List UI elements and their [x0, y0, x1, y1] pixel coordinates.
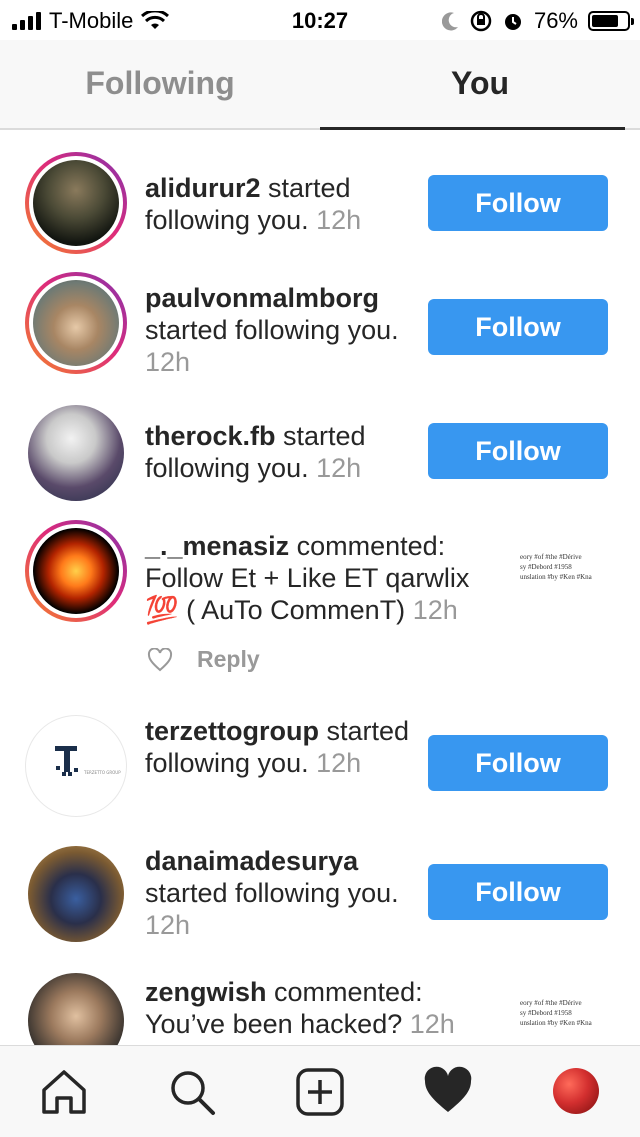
username-link[interactable]: danaimadesurya [145, 846, 358, 876]
thumbnail-line: sy #Debord #1958 [520, 1009, 572, 1017]
comment-actions: Reply [147, 646, 260, 673]
username-link[interactable]: terzettogroup [145, 716, 319, 746]
follow-button[interactable]: Follow [428, 423, 608, 479]
avatar[interactable] [25, 402, 127, 504]
svg-text:TERZETTO GROUP: TERZETTO GROUP [83, 770, 121, 775]
thumbnail-line: unslation #by #Ken #Kna [520, 573, 592, 581]
timestamp: 12h [405, 595, 458, 625]
username-link[interactable]: paulvonmalmborg [145, 283, 379, 313]
follow-button[interactable]: Follow [428, 299, 608, 355]
bottom-nav [0, 1045, 640, 1137]
avatar[interactable] [25, 520, 127, 622]
battery-icon [588, 11, 634, 31]
reply-button[interactable]: Reply [197, 646, 260, 673]
avatar[interactable]: TERZETTO GROUP [25, 715, 127, 817]
activity-text: terzettogroup started following you. 12h [145, 715, 415, 779]
timestamp: 12h [145, 910, 191, 940]
thumbnail-line: unslation #by #Ken #Kna [520, 1019, 592, 1027]
avatar[interactable] [25, 843, 127, 945]
username-link[interactable]: zengwish [145, 977, 267, 1007]
status-bar: T-Mobile 10:27 76% [0, 0, 640, 40]
rotation-lock-icon [470, 10, 492, 32]
timestamp: 12h [308, 205, 362, 235]
home-icon[interactable] [38, 1066, 90, 1118]
terzetto-logo: TERZETTO GROUP [55, 746, 121, 776]
activity-text: zengwish commented: You’ve been hacked? … [145, 976, 495, 1040]
follow-button[interactable]: Follow [428, 175, 608, 231]
tab-you[interactable]: You [320, 40, 640, 128]
timestamp: 12h [308, 748, 362, 778]
search-icon[interactable] [166, 1066, 218, 1118]
battery-percent: 76% [533, 8, 578, 33]
thumbnail-line: sy #Debord #1958 [520, 563, 572, 571]
avatar[interactable] [25, 272, 127, 374]
action-text: started following you. [145, 878, 399, 908]
avatar[interactable] [25, 152, 127, 254]
avatar[interactable] [25, 970, 127, 1045]
thumbnail-line: eory #of #the #Dérive [520, 553, 582, 561]
follow-button[interactable]: Follow [428, 735, 608, 791]
alarm-icon [504, 14, 521, 30]
tab-following[interactable]: Following [0, 40, 320, 128]
moon-icon [441, 12, 458, 31]
activity-text: paulvonmalmborg started following you. 1… [145, 282, 415, 378]
post-thumbnail[interactable]: eory #of #the #Dérive sy #Debord #1958 u… [520, 552, 612, 598]
activity-tabs: Following You [0, 40, 640, 130]
timestamp: 12h [308, 453, 362, 483]
thumbnail-line: eory #of #the #Dérive [520, 999, 582, 1007]
status-right: 76% [441, 8, 634, 34]
follow-button[interactable]: Follow [428, 864, 608, 920]
heart-icon[interactable] [422, 1066, 474, 1118]
activity-text: therock.fb started following you. 12h [145, 420, 415, 484]
username-link[interactable]: _._menasiz [145, 531, 289, 561]
profile-avatar[interactable] [553, 1068, 599, 1114]
activity-text: alidurur2 started following you. 12h [145, 172, 415, 236]
like-heart-icon[interactable] [147, 647, 173, 672]
action-text: started following you. [145, 315, 399, 345]
username-link[interactable]: therock.fb [145, 421, 276, 451]
activity-feed[interactable]: alidurur2 started following you. 12h Fol… [0, 130, 640, 1045]
post-thumbnail[interactable]: eory #of #the #Dérive sy #Debord #1958 u… [520, 998, 612, 1044]
timestamp: 12h [402, 1009, 455, 1039]
activity-text: danaimadesurya started following you. 12… [145, 845, 415, 941]
timestamp: 12h [145, 347, 191, 377]
activity-text: _._menasiz commented: Follow Et + Like E… [145, 530, 495, 626]
add-post-icon[interactable] [294, 1066, 346, 1118]
username-link[interactable]: alidurur2 [145, 173, 261, 203]
